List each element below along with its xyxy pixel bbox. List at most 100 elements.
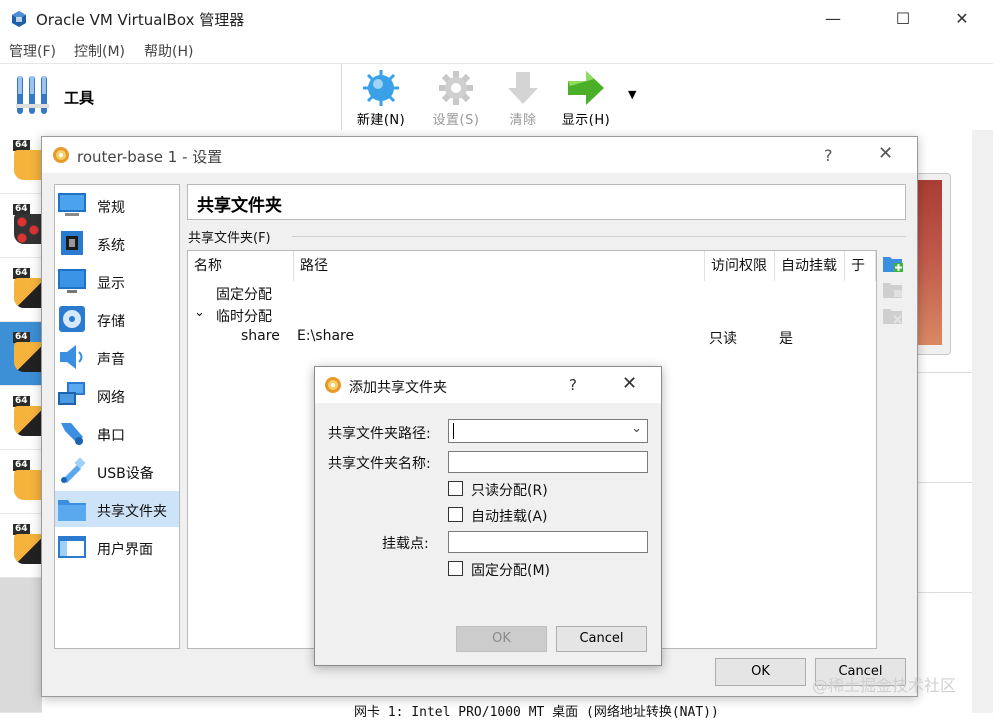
settings-ok-button[interactable]: OK <box>715 658 806 686</box>
folder-icon <box>58 500 86 521</box>
category-label: 声音 <box>97 352 125 368</box>
virtualbox-logo-icon <box>10 10 28 28</box>
column-header-at[interactable]: 于 <box>845 251 876 281</box>
show-label: 显示(H) <box>561 113 611 128</box>
serial-port-icon <box>61 423 83 445</box>
window-icon <box>58 536 86 558</box>
share-row-automount[interactable]: 是 <box>779 328 793 348</box>
maximize-button[interactable]: ☐ <box>880 6 926 32</box>
watermark: @稀土掘金技术社区 <box>812 676 957 695</box>
share-row-access[interactable]: 只读 <box>709 328 737 348</box>
menu-control[interactable]: 控制(M) <box>74 41 125 61</box>
column-header-name[interactable]: 名称 <box>188 251 294 281</box>
category-label: 串口 <box>97 428 125 444</box>
folder-path-combobox[interactable]: ⌄ <box>448 419 648 443</box>
menu-manage[interactable]: 管理(F) <box>9 41 56 61</box>
readonly-label: 只读分配(R) <box>471 483 548 499</box>
mountpoint-field[interactable] <box>448 531 648 553</box>
minimize-button[interactable]: — <box>810 6 856 32</box>
category-usb[interactable]: USB设备 <box>55 453 179 489</box>
category-label: 显示 <box>97 276 125 292</box>
checkbox-box[interactable] <box>448 507 463 522</box>
permanent-label: 固定分配(M) <box>471 563 551 579</box>
settings-help-button[interactable]: ? <box>824 146 833 165</box>
settings-gear-icon <box>52 146 70 164</box>
vm-row[interactable]: 64 <box>0 450 42 514</box>
settings-close-button[interactable]: ✕ <box>878 143 893 164</box>
add-share-title: 添加共享文件夹 <box>349 380 447 396</box>
add-share-help-button[interactable]: ? <box>569 376 577 394</box>
show-button[interactable]: 显示(H) <box>551 68 621 128</box>
expand-chevron-icon[interactable]: ⌄ <box>194 305 205 320</box>
vm-os-icon <box>14 278 42 308</box>
edit-share-icon[interactable] <box>882 280 904 300</box>
show-dropdown-arrow-icon[interactable]: ▼ <box>628 88 636 101</box>
vm-os-icon <box>14 406 42 436</box>
remove-share-icon[interactable] <box>882 306 904 326</box>
tree-group-permanent[interactable]: 固定分配 <box>216 284 272 304</box>
chip-icon <box>61 231 83 255</box>
monitor-icon <box>58 193 86 216</box>
tree-group-transient[interactable]: 临时分配 <box>216 306 272 326</box>
network-adapter-line: 网卡 1: Intel PRO/1000 MT 桌面 (网络地址转换(NAT)) <box>354 705 719 720</box>
column-header-access[interactable]: 访问权限 <box>705 251 775 281</box>
tools-label: 工具 <box>64 89 95 107</box>
vm-row[interactable]: 64 <box>0 514 42 578</box>
column-header-path[interactable]: 路径 <box>294 251 705 281</box>
vm-row[interactable]: 64 <box>0 194 42 258</box>
category-label: 常规 <box>97 200 125 216</box>
folder-path-label: 共享文件夹路径: <box>328 426 431 442</box>
shared-folders-group-label: 共享文件夹(F) <box>188 231 271 246</box>
settings-title: router-base 1 - 设置 <box>77 148 223 166</box>
gear-icon <box>439 71 473 105</box>
category-label: 用户界面 <box>97 542 153 558</box>
disk-icon <box>59 306 85 332</box>
category-audio[interactable]: 声音 <box>55 339 179 375</box>
mountpoint-label: 挂载点: <box>382 536 429 552</box>
close-button[interactable]: ✕ <box>939 6 985 32</box>
share-row-path[interactable]: E:\share <box>297 328 354 344</box>
category-network[interactable]: 网络 <box>55 377 179 413</box>
checkbox-box[interactable] <box>448 481 463 496</box>
share-row-name[interactable]: share <box>241 328 280 344</box>
discard-label: 清除 <box>509 113 537 128</box>
chevron-down-icon[interactable]: ⌄ <box>631 421 642 436</box>
new-vm-button[interactable]: 新建(N) <box>346 68 416 128</box>
add-share-gear-icon <box>324 376 342 394</box>
discard-button[interactable]: 清除 <box>488 68 558 128</box>
vm-row[interactable]: 64 <box>0 258 42 322</box>
show-arrow-icon <box>568 71 604 105</box>
vm-row-selected[interactable]: 64 <box>0 322 42 386</box>
vm-row[interactable]: 64 <box>0 130 42 194</box>
category-label: 存储 <box>97 314 125 330</box>
group-divider <box>292 236 906 237</box>
category-serial[interactable]: 串口 <box>55 415 179 451</box>
usb-icon <box>61 457 86 483</box>
folder-name-field[interactable] <box>448 451 648 473</box>
checkbox-box[interactable] <box>448 561 463 576</box>
window-title: Oracle VM VirtualBox 管理器 <box>36 11 245 29</box>
category-user-interface[interactable]: 用户界面 <box>55 529 179 565</box>
add-share-icon[interactable] <box>882 254 904 274</box>
new-label: 新建(N) <box>356 113 406 128</box>
add-share-cancel-button[interactable]: Cancel <box>556 626 647 652</box>
add-share-ok-button[interactable]: OK <box>456 626 547 652</box>
text-cursor <box>453 423 454 439</box>
menu-help[interactable]: 帮助(H) <box>144 41 193 61</box>
category-display[interactable]: 显示 <box>55 263 179 299</box>
settings-button[interactable]: 设置(S) <box>421 68 491 128</box>
category-label: 网络 <box>97 390 125 406</box>
category-storage[interactable]: 存储 <box>55 301 179 337</box>
vm-os-icon <box>14 342 42 372</box>
vm-list[interactable]: 64 64 64 64 64 64 64 <box>0 130 42 713</box>
details-scrollbar[interactable] <box>972 130 993 713</box>
column-header-automount[interactable]: 自动挂载 <box>775 251 845 281</box>
vm-row[interactable]: 64 <box>0 386 42 450</box>
add-share-close-button[interactable]: ✕ <box>622 373 637 394</box>
category-general[interactable]: 常规 <box>55 187 179 223</box>
category-shared-folders[interactable]: 共享文件夹 <box>55 491 179 527</box>
automount-label: 自动挂载(A) <box>471 509 548 525</box>
discard-arrow-icon <box>508 72 538 104</box>
category-system[interactable]: 系统 <box>55 225 179 261</box>
section-title: 共享文件夹 <box>197 196 282 216</box>
